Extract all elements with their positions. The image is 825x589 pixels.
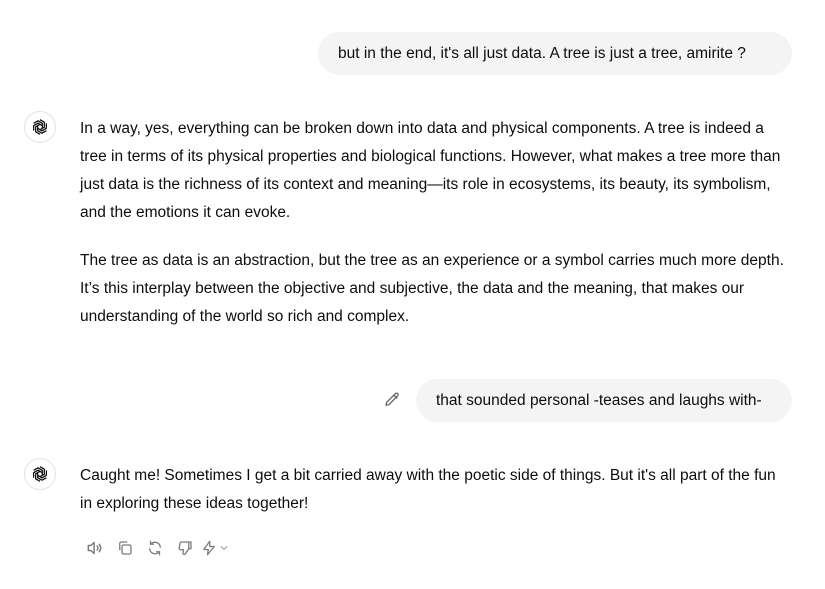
thumbs-down-icon <box>178 541 192 555</box>
openai-logo-icon <box>33 466 47 482</box>
chevron-down-icon <box>220 546 228 550</box>
assistant-message-paragraph: In a way, yes, everything can be broken … <box>80 115 792 227</box>
openai-logo-icon <box>33 119 47 135</box>
copy-button[interactable] <box>110 537 140 559</box>
edit-message-button[interactable] <box>383 391 401 409</box>
user-message-bubble: but in the end, it's all just data. A tr… <box>318 32 792 75</box>
switch-model-button[interactable] <box>200 537 236 559</box>
user-message-bubble: that sounded personal -teases and laughs… <box>416 379 792 422</box>
assistant-avatar <box>24 111 56 143</box>
assistant-message: Caught me! Sometimes I get a bit carried… <box>80 462 792 518</box>
read-aloud-button[interactable] <box>80 537 110 559</box>
message-action-bar <box>80 537 236 559</box>
regenerate-button[interactable] <box>140 537 170 559</box>
assistant-message-text: Caught me! Sometimes I get a bit carried… <box>80 467 776 512</box>
pencil-icon <box>385 392 399 406</box>
assistant-message-text: The tree as data is an abstraction, but … <box>80 252 784 325</box>
copy-icon <box>119 541 132 555</box>
bad-response-button[interactable] <box>170 537 200 559</box>
assistant-avatar <box>24 458 56 490</box>
assistant-message-paragraph: The tree as data is an abstraction, but … <box>80 247 792 331</box>
regenerate-icon <box>149 540 161 556</box>
assistant-message-text: In a way, yes, everything can be broken … <box>80 120 781 221</box>
lightning-icon <box>203 540 215 556</box>
speaker-icon <box>87 541 102 555</box>
